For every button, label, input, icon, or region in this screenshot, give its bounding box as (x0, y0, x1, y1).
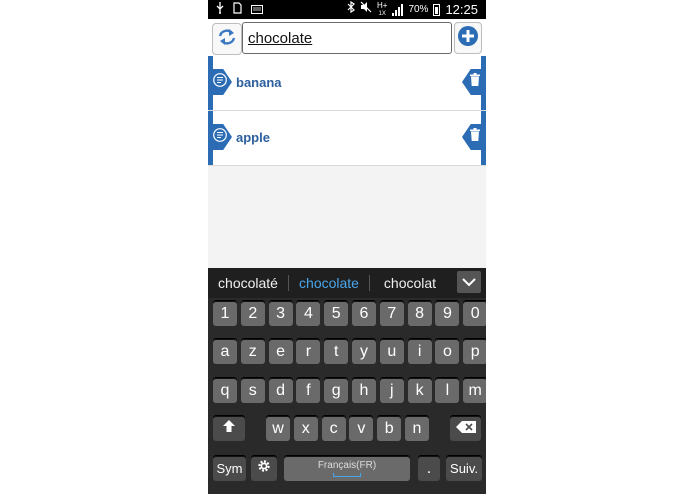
list-icon (213, 72, 227, 92)
shift-arrow-icon (222, 419, 236, 438)
key-9[interactable]: 9 (435, 301, 460, 326)
period-key[interactable]: . (418, 456, 440, 481)
network-type: H+ (376, 0, 388, 10)
key-i[interactable]: i (407, 339, 432, 364)
list-details-button[interactable] (210, 69, 232, 95)
clock: 12:25 (445, 2, 478, 17)
key-b[interactable]: b (377, 416, 402, 441)
key-s[interactable]: s (240, 378, 265, 403)
key-u[interactable]: u (379, 339, 404, 364)
key-8[interactable]: 8 (407, 301, 432, 326)
key-4[interactable]: 4 (296, 301, 321, 326)
key-2[interactable]: 2 (240, 301, 265, 326)
bluetooth-icon (347, 0, 355, 18)
backspace-icon (455, 420, 476, 438)
signal-icon (392, 3, 404, 16)
list-item-label: apple (236, 130, 270, 145)
add-button[interactable] (454, 22, 482, 54)
network-sub: 1X (378, 10, 386, 17)
key-a[interactable]: a (213, 339, 237, 364)
sync-button[interactable] (212, 23, 242, 55)
usb-icon (216, 2, 224, 19)
backspace-key[interactable] (450, 416, 481, 441)
list-item-label: banana (236, 75, 282, 90)
keyboard-icon (251, 3, 263, 19)
key-y[interactable]: y (352, 339, 376, 364)
gear-icon (256, 458, 272, 479)
sd-card-icon (233, 2, 242, 19)
refresh-icon (217, 27, 237, 52)
key-6[interactable]: 6 (352, 301, 376, 326)
delete-button[interactable] (462, 124, 484, 150)
key-q[interactable]: q (213, 378, 237, 403)
key-k[interactable]: k (407, 378, 432, 403)
key-d[interactable]: d (268, 378, 293, 403)
key-w[interactable]: w (266, 416, 290, 441)
battery-icon (433, 3, 441, 16)
suggestion-bar: chocolaté chocolate chocolat (208, 268, 486, 298)
mute-icon (360, 1, 372, 18)
on-screen-keyboard: 1234567890 azertyuiop qsdfghjklm wxcvbn … (208, 298, 486, 494)
battery-percent: 70% (408, 4, 429, 15)
chevron-down-icon (462, 274, 476, 290)
key-e[interactable]: e (268, 339, 293, 364)
suggestion-item-selected[interactable]: chocolate (289, 268, 369, 298)
key-0[interactable]: 0 (463, 301, 486, 326)
settings-key[interactable] (251, 456, 277, 481)
list-icon (213, 127, 227, 147)
key-3[interactable]: 3 (268, 301, 293, 326)
trash-icon (470, 73, 480, 91)
key-v[interactable]: v (349, 416, 374, 441)
key-n[interactable]: n (405, 416, 429, 441)
plus-circle-icon (457, 25, 479, 52)
key-c[interactable]: c (321, 416, 346, 441)
key-p[interactable]: p (463, 339, 486, 364)
key-r[interactable]: r (296, 339, 321, 364)
item-list: banana apple (208, 56, 486, 166)
key-1[interactable]: 1 (213, 301, 237, 326)
phone-screen: H+ 1X 70% 12:25 chocolate banana apple c… (208, 0, 486, 494)
status-bar: H+ 1X 70% 12:25 (208, 0, 486, 19)
key-g[interactable]: g (324, 378, 349, 403)
key-j[interactable]: j (379, 378, 404, 403)
symbols-key[interactable]: Sym (213, 456, 246, 481)
shift-key[interactable] (213, 416, 245, 441)
key-h[interactable]: h (352, 378, 376, 403)
key-x[interactable]: x (293, 416, 318, 441)
space-key-label: Français(FR) (317, 460, 377, 471)
list-item[interactable]: apple (208, 111, 486, 166)
trash-icon (470, 128, 480, 146)
key-l[interactable]: l (435, 378, 460, 403)
list-details-button[interactable] (210, 124, 232, 150)
delete-button[interactable] (462, 69, 484, 95)
key-z[interactable]: z (240, 339, 265, 364)
key-7[interactable]: 7 (379, 301, 404, 326)
toolbar: chocolate (208, 19, 486, 57)
search-input[interactable]: chocolate (242, 22, 452, 54)
suggestion-item[interactable]: chocolaté (208, 268, 288, 298)
key-f[interactable]: f (296, 378, 321, 403)
key-5[interactable]: 5 (324, 301, 349, 326)
key-o[interactable]: o (435, 339, 460, 364)
space-bar-icon (333, 473, 361, 477)
next-key[interactable]: Suiv. (446, 456, 482, 481)
key-m[interactable]: m (463, 378, 486, 403)
list-item[interactable]: banana (208, 56, 486, 111)
key-t[interactable]: t (324, 339, 349, 364)
space-key[interactable]: Français(FR) (284, 456, 410, 481)
suggestion-item[interactable]: chocolat (370, 268, 450, 298)
collapse-suggestions-button[interactable] (457, 271, 481, 293)
